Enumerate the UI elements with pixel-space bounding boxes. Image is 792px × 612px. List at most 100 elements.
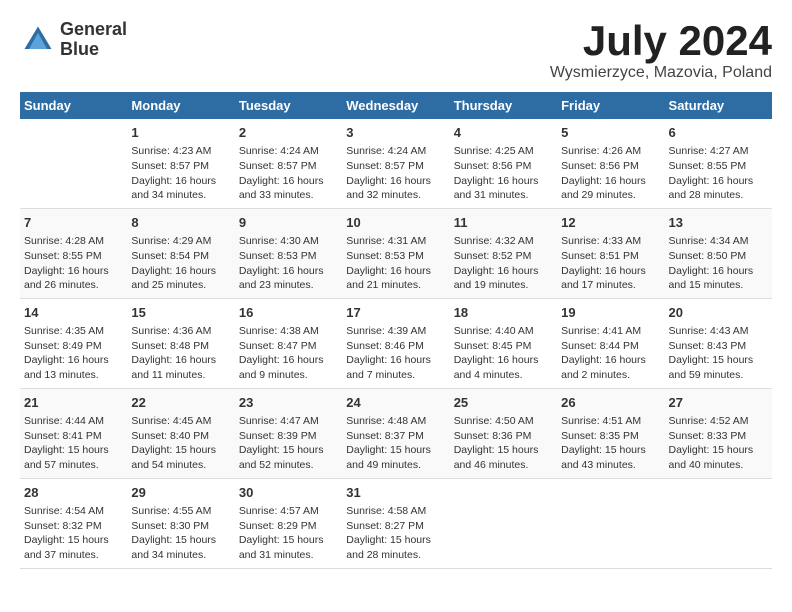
day-info: Sunrise: 4:44 AM Sunset: 8:41 PM Dayligh… <box>24 414 123 473</box>
week-row-5: 28 Sunrise: 4:54 AM Sunset: 8:32 PM Dayli… <box>20 478 772 568</box>
day-info: Sunrise: 4:29 AM Sunset: 8:54 PM Dayligh… <box>131 234 230 293</box>
day-number: 7 <box>24 214 123 232</box>
calendar-cell: 16Sunrise: 4:38 AM Sunset: 8:47 PM Dayli… <box>235 298 342 388</box>
day-info: Sunrise: 4:54 AM Sunset: 8:32 PM Dayligh… <box>24 504 123 563</box>
calendar-cell: 3Sunrise: 4:24 AM Sunset: 8:57 PM Daylig… <box>342 119 449 208</box>
day-number: 30 <box>239 484 338 502</box>
day-number: 6 <box>669 124 768 142</box>
calendar-cell: 25Sunrise: 4:50 AM Sunset: 8:36 PM Dayli… <box>450 388 557 478</box>
day-number: 10 <box>346 214 445 232</box>
calendar-cell: 29 Sunrise: 4:55 AM Sunset: 8:30 PM Dayli… <box>127 478 234 568</box>
week-row-2: 7 Sunrise: 4:28 AM Sunset: 8:55 PM Daylig… <box>20 208 772 298</box>
calendar-header-row: SundayMondayTuesdayWednesdayThursdayFrid… <box>20 92 772 119</box>
calendar-cell: 23 Sunrise: 4:47 AM Sunset: 8:39 PM Dayli… <box>235 388 342 478</box>
calendar-cell: 14Sunrise: 4:35 AM Sunset: 8:49 PM Dayli… <box>20 298 127 388</box>
calendar-cell: 6 Sunrise: 4:27 AM Sunset: 8:55 PM Daylig… <box>665 119 772 208</box>
logo-line2: Blue <box>60 40 127 60</box>
calendar-cell: 15Sunrise: 4:36 AM Sunset: 8:48 PM Dayli… <box>127 298 234 388</box>
location: Wysmierzyce, Mazovia, Poland <box>550 64 772 82</box>
day-number: 18 <box>454 304 553 322</box>
calendar-cell: 27Sunrise: 4:52 AM Sunset: 8:33 PM Dayli… <box>665 388 772 478</box>
day-info: Sunrise: 4:24 AM Sunset: 8:57 PM Dayligh… <box>239 144 338 203</box>
calendar-cell: 24Sunrise: 4:48 AM Sunset: 8:37 PM Dayli… <box>342 388 449 478</box>
day-number: 5 <box>561 124 660 142</box>
day-info: Sunrise: 4:35 AM Sunset: 8:49 PM Dayligh… <box>24 324 123 383</box>
calendar-cell: 22Sunrise: 4:45 AM Sunset: 8:40 PM Dayli… <box>127 388 234 478</box>
day-number: 4 <box>454 124 553 142</box>
logo-icon <box>20 22 56 58</box>
day-info: Sunrise: 4:34 AM Sunset: 8:50 PM Dayligh… <box>669 234 768 293</box>
header-friday: Friday <box>557 92 664 119</box>
calendar-cell: 19 Sunrise: 4:41 AM Sunset: 8:44 PM Dayli… <box>557 298 664 388</box>
day-info: Sunrise: 4:51 AM Sunset: 8:35 PM Dayligh… <box>561 414 660 473</box>
day-number: 19 <box>561 304 660 322</box>
day-number: 21 <box>24 394 123 412</box>
calendar-cell <box>557 478 664 568</box>
calendar-cell: 7 Sunrise: 4:28 AM Sunset: 8:55 PM Daylig… <box>20 208 127 298</box>
day-info: Sunrise: 4:58 AM Sunset: 8:27 PM Dayligh… <box>346 504 445 563</box>
day-info: Sunrise: 4:47 AM Sunset: 8:39 PM Dayligh… <box>239 414 338 473</box>
calendar-cell: 8Sunrise: 4:29 AM Sunset: 8:54 PM Daylig… <box>127 208 234 298</box>
day-number: 24 <box>346 394 445 412</box>
header-monday: Monday <box>127 92 234 119</box>
day-info: Sunrise: 4:23 AM Sunset: 8:57 PM Dayligh… <box>131 144 230 203</box>
page-header: General Blue July 2024 Wysmierzyce, Mazo… <box>20 20 772 82</box>
day-number: 1 <box>131 124 230 142</box>
header-tuesday: Tuesday <box>235 92 342 119</box>
calendar-cell: 30 Sunrise: 4:57 AM Sunset: 8:29 PM Dayli… <box>235 478 342 568</box>
calendar-cell: 31 Sunrise: 4:58 AM Sunset: 8:27 PM Dayli… <box>342 478 449 568</box>
day-info: Sunrise: 4:50 AM Sunset: 8:36 PM Dayligh… <box>454 414 553 473</box>
calendar-cell: 28 Sunrise: 4:54 AM Sunset: 8:32 PM Dayli… <box>20 478 127 568</box>
calendar-cell: 4Sunrise: 4:25 AM Sunset: 8:56 PM Daylig… <box>450 119 557 208</box>
day-number: 9 <box>239 214 338 232</box>
day-info: Sunrise: 4:39 AM Sunset: 8:46 PM Dayligh… <box>346 324 445 383</box>
calendar-cell: 1 Sunrise: 4:23 AM Sunset: 8:57 PM Daylig… <box>127 119 234 208</box>
day-info: Sunrise: 4:30 AM Sunset: 8:53 PM Dayligh… <box>239 234 338 293</box>
day-number: 13 <box>669 214 768 232</box>
day-info: Sunrise: 4:31 AM Sunset: 8:53 PM Dayligh… <box>346 234 445 293</box>
calendar-cell: 26 Sunrise: 4:51 AM Sunset: 8:35 PM Dayli… <box>557 388 664 478</box>
day-number: 28 <box>24 484 123 502</box>
calendar-cell: 17Sunrise: 4:39 AM Sunset: 8:46 PM Dayli… <box>342 298 449 388</box>
day-number: 29 <box>131 484 230 502</box>
calendar-table: SundayMondayTuesdayWednesdayThursdayFrid… <box>20 92 772 569</box>
day-number: 2 <box>239 124 338 142</box>
calendar-cell: 12 Sunrise: 4:33 AM Sunset: 8:51 PM Dayli… <box>557 208 664 298</box>
day-info: Sunrise: 4:27 AM Sunset: 8:55 PM Dayligh… <box>669 144 768 203</box>
calendar-cell: 5Sunrise: 4:26 AM Sunset: 8:56 PM Daylig… <box>557 119 664 208</box>
day-number: 20 <box>669 304 768 322</box>
calendar-cell: 9 Sunrise: 4:30 AM Sunset: 8:53 PM Daylig… <box>235 208 342 298</box>
header-thursday: Thursday <box>450 92 557 119</box>
day-number: 26 <box>561 394 660 412</box>
week-row-3: 14Sunrise: 4:35 AM Sunset: 8:49 PM Dayli… <box>20 298 772 388</box>
header-saturday: Saturday <box>665 92 772 119</box>
day-info: Sunrise: 4:38 AM Sunset: 8:47 PM Dayligh… <box>239 324 338 383</box>
day-info: Sunrise: 4:28 AM Sunset: 8:55 PM Dayligh… <box>24 234 123 293</box>
day-number: 31 <box>346 484 445 502</box>
title-block: July 2024 Wysmierzyce, Mazovia, Poland <box>550 20 772 82</box>
calendar-cell <box>665 478 772 568</box>
calendar-cell: 21 Sunrise: 4:44 AM Sunset: 8:41 PM Dayli… <box>20 388 127 478</box>
day-info: Sunrise: 4:32 AM Sunset: 8:52 PM Dayligh… <box>454 234 553 293</box>
day-number: 22 <box>131 394 230 412</box>
day-info: Sunrise: 4:43 AM Sunset: 8:43 PM Dayligh… <box>669 324 768 383</box>
day-number: 12 <box>561 214 660 232</box>
week-row-1: 1 Sunrise: 4:23 AM Sunset: 8:57 PM Daylig… <box>20 119 772 208</box>
day-number: 11 <box>454 214 553 232</box>
logo-line1: General <box>60 20 127 40</box>
calendar-cell: 13 Sunrise: 4:34 AM Sunset: 8:50 PM Dayli… <box>665 208 772 298</box>
week-row-4: 21 Sunrise: 4:44 AM Sunset: 8:41 PM Dayli… <box>20 388 772 478</box>
day-number: 3 <box>346 124 445 142</box>
day-info: Sunrise: 4:41 AM Sunset: 8:44 PM Dayligh… <box>561 324 660 383</box>
day-info: Sunrise: 4:57 AM Sunset: 8:29 PM Dayligh… <box>239 504 338 563</box>
calendar-cell: 11 Sunrise: 4:32 AM Sunset: 8:52 PM Dayli… <box>450 208 557 298</box>
day-info: Sunrise: 4:52 AM Sunset: 8:33 PM Dayligh… <box>669 414 768 473</box>
day-info: Sunrise: 4:40 AM Sunset: 8:45 PM Dayligh… <box>454 324 553 383</box>
day-info: Sunrise: 4:55 AM Sunset: 8:30 PM Dayligh… <box>131 504 230 563</box>
calendar-cell: 20 Sunrise: 4:43 AM Sunset: 8:43 PM Dayli… <box>665 298 772 388</box>
logo: General Blue <box>20 20 127 60</box>
month-title: July 2024 <box>550 20 772 62</box>
day-number: 23 <box>239 394 338 412</box>
day-info: Sunrise: 4:33 AM Sunset: 8:51 PM Dayligh… <box>561 234 660 293</box>
logo-text: General Blue <box>60 20 127 60</box>
